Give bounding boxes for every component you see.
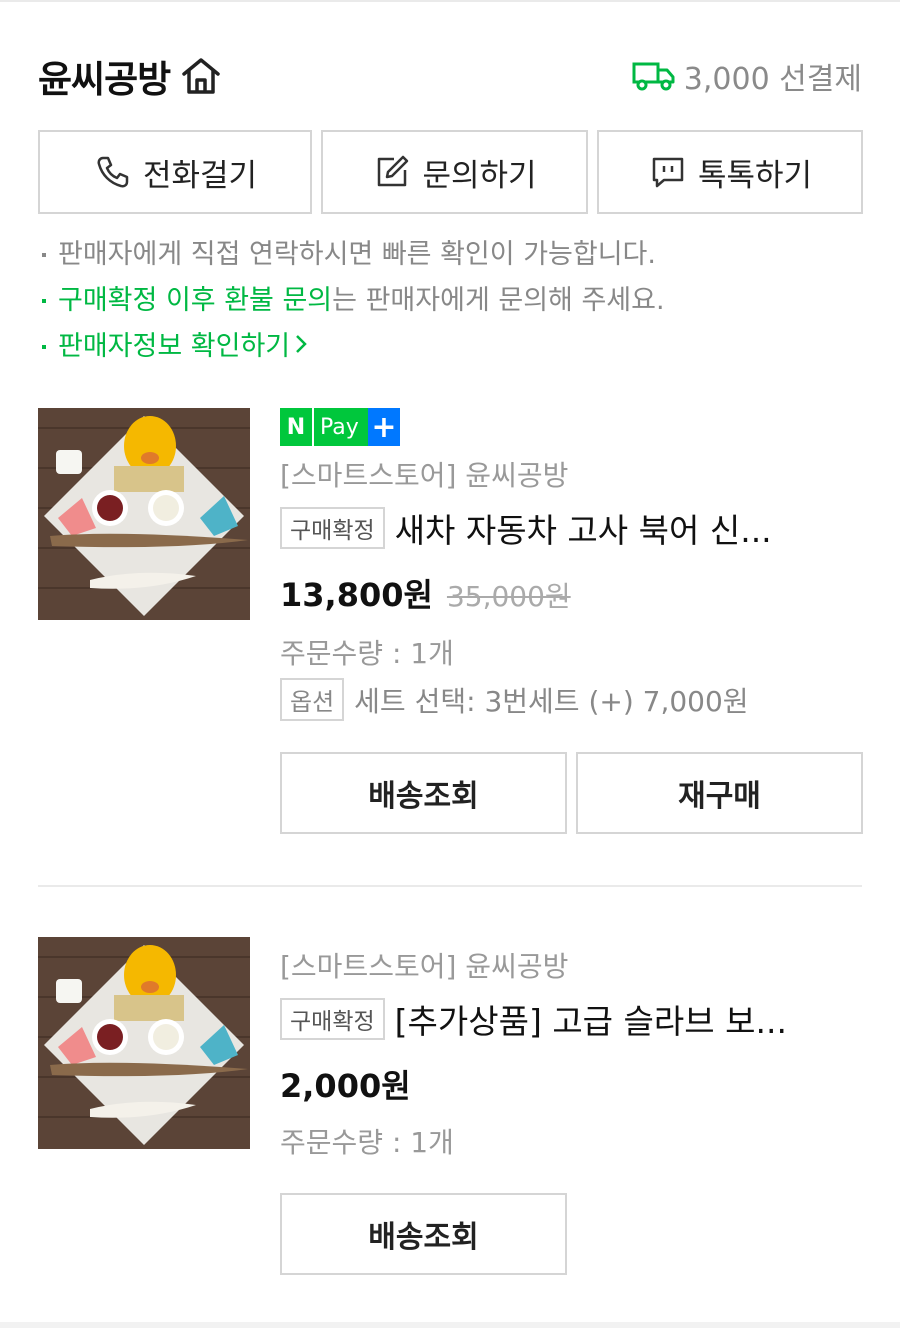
npay-plus-badge: N Pay + xyxy=(280,408,400,446)
order-item: N Pay + [스마트스토어] 윤씨공방 구매확정 새차 자동차 고사 북어 … xyxy=(38,408,863,838)
track-delivery-button[interactable]: 배송조회 xyxy=(280,1193,567,1275)
notice-item: 판매자정보 확인하기 xyxy=(38,324,868,370)
order-item: [스마트스토어] 윤씨공방 구매확정 [추가상품] 고급 슬라브 보... 2,… xyxy=(38,937,862,1282)
bullet xyxy=(42,253,46,257)
product-thumbnail[interactable] xyxy=(38,408,250,620)
order-quantity: 주문수량 : 1개 xyxy=(280,637,454,670)
home-icon[interactable] xyxy=(180,54,224,98)
bullet xyxy=(42,345,46,349)
product-title[interactable]: 새차 자동차 고사 북어 신... xyxy=(395,504,772,552)
product-thumbnail[interactable] xyxy=(38,937,250,1149)
track-delivery-button[interactable]: 배송조회 xyxy=(280,752,567,834)
npay-pay-text: Pay xyxy=(312,408,368,446)
notice-text: 는 판매자에게 문의해 주세요. xyxy=(332,285,665,316)
phone-icon xyxy=(93,152,133,192)
seller-name: [스마트스토어] 윤씨공방 xyxy=(280,459,569,492)
talktalk-button[interactable]: 톡톡하기 xyxy=(597,130,863,214)
store-name[interactable]: 윤씨공방 xyxy=(38,49,171,103)
refund-inquiry-link[interactable]: 구매확정 이후 환불 문의 xyxy=(58,278,332,324)
npay-n-logo: N xyxy=(280,408,312,446)
talktalk-label: 톡톡하기 xyxy=(697,157,813,194)
product-title[interactable]: [추가상품] 고급 슬라브 보... xyxy=(395,995,787,1043)
order-actions: 배송조회 xyxy=(280,1193,567,1275)
seller-name: [스마트스토어] 윤씨공방 xyxy=(280,950,569,983)
option-value: 세트 선택: 3번세트 (+) 7,000원 xyxy=(354,684,749,718)
plus-icon: + xyxy=(368,408,400,446)
sale-price: 2,000원 xyxy=(280,1067,411,1105)
order-actions: 배송조회 재구매 xyxy=(280,752,863,834)
truck-icon xyxy=(632,60,676,92)
order-quantity: 주문수량 : 1개 xyxy=(280,1126,454,1159)
chevron-right-icon[interactable] xyxy=(294,324,308,370)
notice-text: 판매자에게 직접 연락하시면 빠른 확인이 가능합니다. xyxy=(58,239,656,270)
edit-icon xyxy=(372,152,412,192)
price-row: 13,800원 35,000원 xyxy=(280,570,571,616)
store-link[interactable]: 윤씨공방 xyxy=(38,49,224,103)
inquiry-label: 문의하기 xyxy=(422,157,537,194)
store-header: 윤씨공방 3,000 선결제 xyxy=(38,48,862,104)
top-divider xyxy=(0,0,900,2)
inquiry-button[interactable]: 문의하기 xyxy=(321,130,588,214)
call-label: 전화걸기 xyxy=(142,157,258,194)
purchase-confirmed-badge: 구매확정 xyxy=(280,507,385,549)
title-row[interactable]: 구매확정 새차 자동차 고사 북어 신... xyxy=(280,504,862,552)
option-badge: 옵션 xyxy=(280,678,345,721)
notice-item: 판매자에게 직접 연락하시면 빠른 확인이 가능합니다. xyxy=(38,232,868,278)
reorder-button[interactable]: 재구매 xyxy=(576,752,863,834)
notice-list: 판매자에게 직접 연락하시면 빠른 확인이 가능합니다. 구매확정 이후 환불 … xyxy=(38,232,868,370)
bullet xyxy=(42,299,46,303)
option-row: 옵션 세트 선택: 3번세트 (+) 7,000원 xyxy=(280,678,749,721)
price-row: 2,000원 xyxy=(280,1061,411,1107)
contact-buttons: 전화걸기 문의하기 톡톡하기 xyxy=(38,130,863,214)
purchase-confirmed-badge: 구매확정 xyxy=(280,998,385,1040)
sale-price: 13,800원 xyxy=(280,576,433,614)
bottom-divider xyxy=(0,1322,900,1328)
call-button[interactable]: 전화걸기 xyxy=(38,130,312,214)
seller-info-link[interactable]: 판매자정보 확인하기 xyxy=(58,324,290,370)
title-row[interactable]: 구매확정 [추가상품] 고급 슬라브 보... xyxy=(280,995,862,1043)
original-price: 35,000원 xyxy=(446,580,571,613)
order-divider xyxy=(38,885,862,887)
shipping-fee: 3,000 선결제 xyxy=(683,62,862,97)
notice-item: 구매확정 이후 환불 문의 는 판매자에게 문의해 주세요. xyxy=(38,278,868,324)
shipping-info: 3,000 선결제 xyxy=(632,54,862,98)
chat-icon xyxy=(648,152,688,192)
